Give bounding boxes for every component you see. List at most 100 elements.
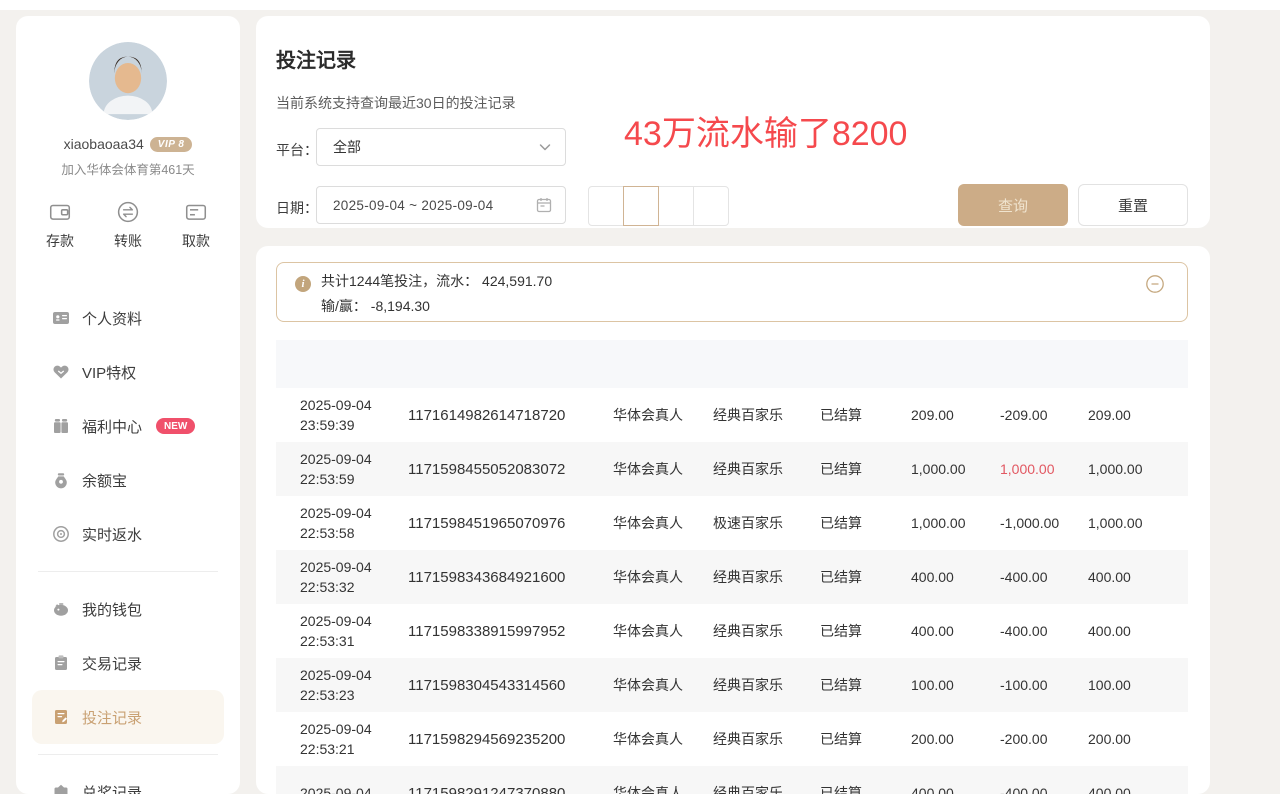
- divider: [38, 754, 218, 755]
- quick-action-label: 存款: [46, 231, 74, 251]
- sidebar-menu-item[interactable]: 个人资料: [32, 291, 224, 345]
- vip-heart-icon: [52, 363, 70, 381]
- prize-record-icon: [52, 783, 70, 794]
- quick-action-label: 转账: [114, 231, 142, 251]
- menu-item-label: 个人资料: [82, 308, 142, 329]
- menu-item-label: 投注记录: [82, 707, 142, 728]
- collapse-minus-icon[interactable]: [1145, 274, 1165, 294]
- cell-status: 已结算: [820, 729, 911, 749]
- cell-order-number: 1171598451965070976: [408, 515, 613, 532]
- date-range-button[interactable]: [658, 186, 694, 226]
- new-badge: NEW: [156, 418, 195, 434]
- cell-status: 已结算: [820, 459, 911, 479]
- quick-action[interactable]: 转账: [114, 200, 142, 251]
- menu-item-label: 余额宝: [82, 470, 127, 491]
- cell-payout: 1,000.00: [1000, 461, 1088, 477]
- platform-label: 平台：: [276, 140, 318, 160]
- cell-valid-amount: 209.00: [1088, 407, 1188, 423]
- cell-platform: 华体会真人: [613, 459, 713, 479]
- date-range-buttons: [588, 186, 729, 226]
- platform-selected-value: 全部: [333, 137, 537, 157]
- cell-platform: 华体会真人: [613, 405, 713, 425]
- date-range-button[interactable]: [588, 186, 624, 226]
- cell-date: 2025-09-0423:59:39: [300, 395, 408, 435]
- cell-payout: -200.00: [1000, 731, 1088, 747]
- query-button[interactable]: 查询: [958, 184, 1068, 226]
- quick-action[interactable]: 取款: [182, 200, 210, 251]
- cell-platform: 华体会真人: [613, 729, 713, 749]
- cell-order-number: 1171598291247370880: [408, 785, 613, 794]
- cell-valid-amount: 1,000.00: [1088, 515, 1188, 531]
- quick-action-label: 取款: [182, 231, 210, 251]
- table-header-row: [276, 340, 1188, 388]
- table-row: 2025-09-0423:59:39 1171614982614718720 华…: [276, 388, 1188, 442]
- filter-card: 投注记录 当前系统支持查询最近30日的投注记录 43万流水输了8200 平台： …: [256, 16, 1210, 228]
- cell-bet-content: 经典百家乐: [713, 729, 820, 749]
- table-row: 2025-09-0422:53:32 1171598343684921600 华…: [276, 550, 1188, 604]
- sidebar: xiaobaoaa34 VIP 8 加入华体会体育第461天 存款 转账 取款 …: [16, 16, 240, 794]
- cell-valid-amount: 400.00: [1088, 569, 1188, 585]
- cell-bet-content: 经典百家乐: [713, 567, 820, 587]
- join-days-text: 加入华体会体育第461天: [16, 159, 240, 178]
- date-label: 日期：: [276, 198, 318, 218]
- table-row: 2025-09-0422:53:23 1171598304543314560 华…: [276, 658, 1188, 712]
- cell-bet-content: 经典百家乐: [713, 459, 820, 479]
- avatar[interactable]: [89, 42, 167, 120]
- menu-group-main: 个人资料 VIP特权 福利中心 NEW 余额宝 实时返水: [32, 291, 224, 561]
- quick-action[interactable]: 存款: [46, 200, 74, 251]
- platform-select[interactable]: 全部: [316, 128, 566, 166]
- cell-platform: 华体会真人: [613, 513, 713, 533]
- cell-platform: 华体会真人: [613, 783, 713, 794]
- cell-date: 2025-09-0422:53:58: [300, 503, 408, 543]
- table-row: 2025-09-04 1171598291247370880 华体会真人 经典百…: [276, 766, 1188, 794]
- cell-payout: -400.00: [1000, 785, 1088, 794]
- cell-date: 2025-09-0422:53:23: [300, 665, 408, 705]
- money-bag-icon: [52, 471, 70, 489]
- top-strip: [0, 0, 1280, 10]
- cell-valid-amount: 200.00: [1088, 731, 1188, 747]
- sidebar-menu-item[interactable]: 福利中心 NEW: [32, 399, 224, 453]
- menu-item-label: 福利中心: [82, 416, 142, 437]
- cell-order-number: 1171598294569235200: [408, 731, 613, 748]
- cell-bet-content: 经典百家乐: [713, 405, 820, 425]
- summary-banner: i 共计1244笔投注，流水： 424,591.70 输/赢： -8,194.3…: [276, 262, 1188, 322]
- sidebar-menu-item[interactable]: 兑奖记录: [32, 765, 224, 794]
- cell-valid-amount: 100.00: [1088, 677, 1188, 693]
- cell-order-number: 1171598455052083072: [408, 461, 613, 478]
- date-range-input[interactable]: 2025-09-04 ~ 2025-09-04: [316, 186, 566, 224]
- cell-platform: 华体会真人: [613, 621, 713, 641]
- menu-item-label: 交易记录: [82, 653, 142, 674]
- sidebar-menu-item[interactable]: 实时返水: [32, 507, 224, 561]
- table-row: 2025-09-0422:53:59 1171598455052083072 华…: [276, 442, 1188, 496]
- cell-payout: -1,000.00: [1000, 515, 1088, 531]
- date-range-button[interactable]: [693, 186, 729, 226]
- menu-item-label: VIP特权: [82, 362, 136, 383]
- cell-status: 已结算: [820, 621, 911, 641]
- cell-status: 已结算: [820, 405, 911, 425]
- sidebar-menu-item[interactable]: 交易记录: [32, 636, 224, 690]
- transaction-record-icon: [52, 654, 70, 672]
- menu-group-records: 我的钱包 交易记录 投注记录: [32, 582, 224, 744]
- sidebar-menu-item[interactable]: VIP特权: [32, 345, 224, 399]
- cell-bet-amount: 400.00: [911, 569, 1000, 585]
- records-card: i 共计1244笔投注，流水： 424,591.70 输/赢： -8,194.3…: [256, 246, 1210, 794]
- sidebar-menu-item[interactable]: 投注记录: [32, 690, 224, 744]
- cell-payout: -400.00: [1000, 623, 1088, 639]
- bet-records-table: 2025-09-0423:59:39 1171614982614718720 华…: [276, 340, 1188, 794]
- calendar-icon: [535, 196, 553, 214]
- sidebar-menu-item[interactable]: 余额宝: [32, 453, 224, 507]
- cell-bet-amount: 1,000.00: [911, 461, 1000, 477]
- summary-line2: 输/赢： -8,194.30: [321, 294, 552, 319]
- quick-actions: 存款 转账 取款: [16, 200, 240, 251]
- sidebar-menu: 个人资料 VIP特权 福利中心 NEW 余额宝 实时返水 我的钱包 交易记录 投…: [16, 291, 240, 794]
- cell-date: 2025-09-0422:53:32: [300, 557, 408, 597]
- reset-button[interactable]: 重置: [1078, 184, 1188, 226]
- gift-icon: [52, 417, 70, 435]
- cell-status: 已结算: [820, 513, 911, 533]
- cell-date: 2025-09-04: [300, 783, 408, 794]
- date-range-button[interactable]: [623, 186, 659, 226]
- wallet-icon: [48, 200, 72, 224]
- sidebar-menu-item[interactable]: 我的钱包: [32, 582, 224, 636]
- table-row: 2025-09-0422:53:31 1171598338915997952 华…: [276, 604, 1188, 658]
- id-card-icon: [52, 309, 70, 327]
